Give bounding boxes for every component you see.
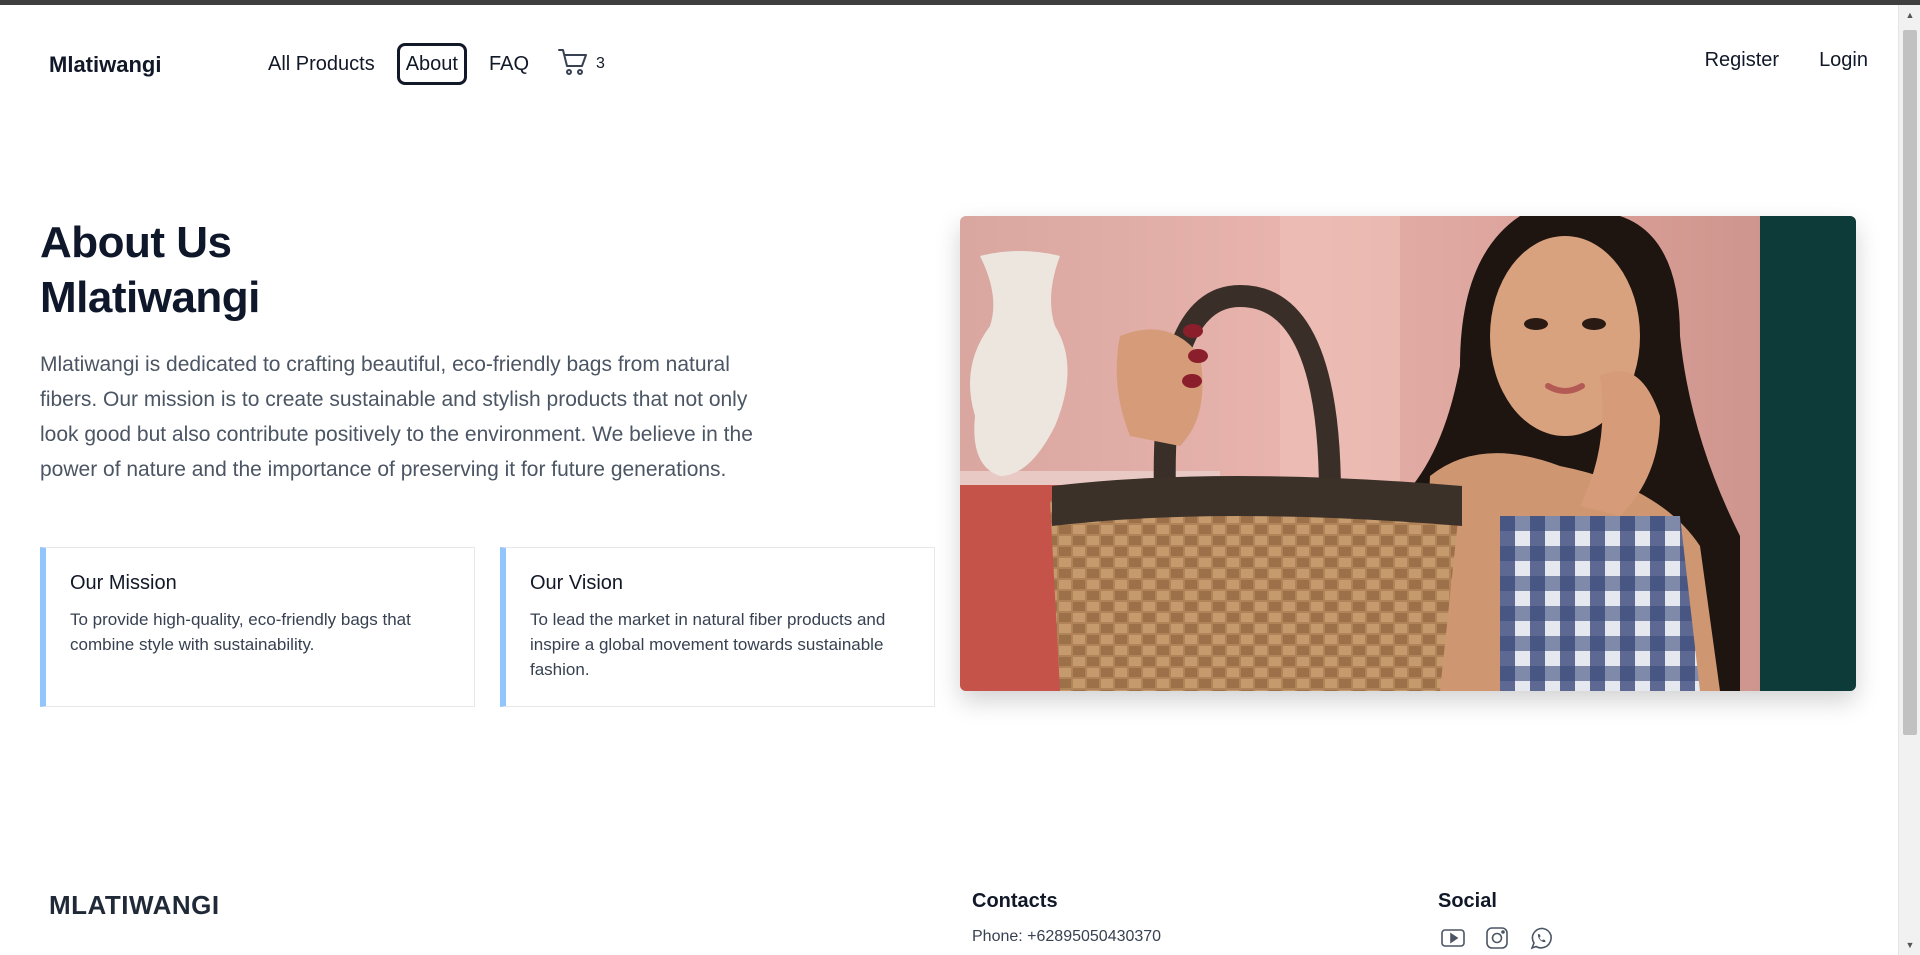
whatsapp-icon[interactable] — [1526, 923, 1556, 953]
nav-about[interactable]: About — [396, 43, 467, 85]
cart-icon — [557, 46, 589, 83]
scroll-up-arrow-icon[interactable]: ▲ — [1899, 5, 1920, 25]
vertical-scrollbar[interactable]: ▲ ▼ — [1898, 5, 1920, 955]
vision-text: To lead the market in natural fiber prod… — [530, 610, 886, 679]
social-icons — [1438, 923, 1570, 953]
youtube-icon[interactable] — [1438, 923, 1468, 953]
auth-links: Register Login — [1665, 49, 1868, 72]
mission-text: To provide high-quality, eco-friendly ba… — [70, 610, 411, 654]
instagram-icon[interactable] — [1482, 923, 1512, 953]
brand-logo[interactable]: Mlatiwangi — [49, 52, 161, 78]
scrollbar-thumb[interactable] — [1903, 30, 1917, 735]
vision-title: Our Vision — [530, 572, 624, 594]
about-hero-image — [960, 216, 1856, 691]
nav-all-products[interactable]: All Products — [260, 45, 383, 83]
footer-contacts-title: Contacts — [972, 890, 1058, 912]
vision-card: Our Vision To lead the market in natural… — [500, 547, 935, 707]
navbar: Mlatiwangi All Products About FAQ 3 Regi… — [0, 5, 1898, 125]
mission-title: Our Mission — [70, 572, 177, 594]
cart-count-badge: 3 — [596, 55, 605, 72]
footer-phone: Phone: +62895050430370 — [972, 928, 1162, 945]
mission-card: Our Mission To provide high-quality, eco… — [40, 547, 475, 707]
title-line-1: About Us — [40, 218, 232, 267]
footer-brand: MLATIWANGI — [49, 890, 220, 920]
register-link[interactable]: Register — [1705, 49, 1779, 72]
scroll-down-arrow-icon[interactable]: ▼ — [1899, 935, 1920, 955]
login-link[interactable]: Login — [1819, 49, 1868, 72]
footer-social-title: Social — [1438, 890, 1497, 912]
nav-faq[interactable]: FAQ — [481, 45, 537, 83]
cart-button[interactable]: 3 — [557, 46, 605, 83]
main-nav: All Products About FAQ 3 — [260, 43, 605, 85]
title-line-2: Mlatiwangi — [40, 273, 260, 322]
about-description: Mlatiwangi is dedicated to crafting beau… — [40, 353, 753, 481]
page: Mlatiwangi All Products About FAQ 3 Regi… — [0, 5, 1898, 955]
page-title: About Us Mlatiwangi — [40, 215, 260, 325]
